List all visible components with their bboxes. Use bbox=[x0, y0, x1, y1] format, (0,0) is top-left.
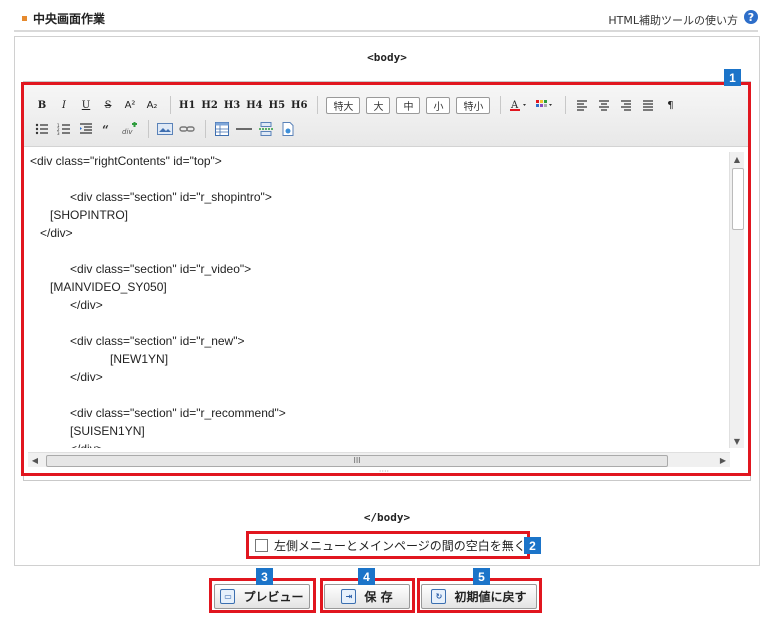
callout-badge-2: 2 bbox=[524, 537, 541, 554]
callout-badge-5: 5 bbox=[473, 568, 490, 585]
title-divider bbox=[14, 30, 758, 32]
highlight-box-2 bbox=[246, 531, 530, 559]
callout-badge-3: 3 bbox=[256, 568, 273, 585]
callout-badge-1: 1 bbox=[724, 69, 741, 86]
close-body-tag: </body> bbox=[363, 511, 411, 524]
callout-badge-4: 4 bbox=[358, 568, 375, 585]
help-link[interactable]: HTML補助ツールの使い方 bbox=[608, 12, 738, 28]
page-title-wrap: 中央画面作業 bbox=[22, 10, 105, 27]
page-title: 中央画面作業 bbox=[33, 12, 106, 26]
help-icon[interactable]: ? bbox=[744, 10, 758, 24]
title-bullet-icon bbox=[22, 16, 27, 21]
highlight-box-1 bbox=[21, 82, 751, 476]
open-body-tag: <body> bbox=[367, 51, 407, 64]
